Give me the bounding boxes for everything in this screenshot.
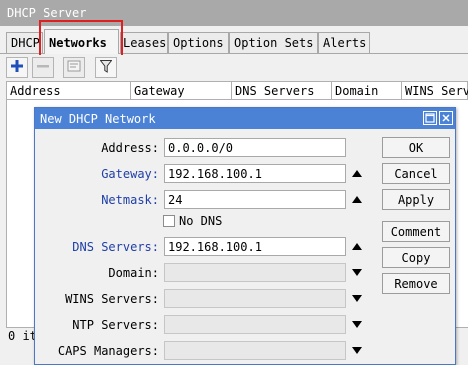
comment-button[interactable] bbox=[63, 57, 85, 78]
dns-servers-remove-arrow[interactable] bbox=[351, 240, 363, 252]
netmask-field[interactable]: 24 bbox=[164, 190, 346, 209]
remove-button[interactable]: Remove bbox=[382, 273, 450, 294]
triangle-up-icon bbox=[352, 192, 362, 206]
ok-button[interactable]: OK bbox=[382, 137, 450, 158]
domain-label: Domain: bbox=[108, 266, 159, 280]
wins-servers-add-arrow[interactable] bbox=[351, 292, 363, 304]
remove-button[interactable] bbox=[32, 57, 54, 78]
triangle-up-icon bbox=[352, 166, 362, 180]
ntp-servers-add-arrow[interactable] bbox=[351, 318, 363, 330]
column-wins-servers[interactable]: WINS Serve bbox=[402, 82, 468, 100]
filter-button[interactable] bbox=[95, 57, 117, 78]
column-dns-servers[interactable]: DNS Servers bbox=[232, 82, 332, 100]
table-header: Address Gateway DNS Servers Domain WINS … bbox=[6, 81, 468, 100]
gateway-remove-arrow[interactable] bbox=[351, 167, 363, 179]
note-icon bbox=[67, 60, 81, 75]
address-label: Address: bbox=[101, 141, 159, 155]
column-gateway[interactable]: Gateway bbox=[131, 82, 232, 100]
dns-servers-field[interactable]: 192.168.100.1 bbox=[164, 237, 346, 256]
dialog-title-bar: New DHCP Network bbox=[35, 108, 455, 129]
triangle-down-icon bbox=[352, 343, 362, 357]
copy-button[interactable]: Copy bbox=[382, 247, 450, 268]
tab-leases[interactable]: Leases bbox=[120, 32, 168, 53]
ntp-servers-label: NTP Servers: bbox=[72, 318, 159, 332]
column-address[interactable]: Address bbox=[7, 82, 131, 100]
cancel-button[interactable]: Cancel bbox=[382, 163, 450, 184]
apply-button[interactable]: Apply bbox=[382, 189, 450, 210]
caps-managers-field[interactable] bbox=[164, 341, 346, 360]
netmask-remove-arrow[interactable] bbox=[351, 193, 363, 205]
domain-add-arrow[interactable] bbox=[351, 266, 363, 278]
wins-servers-field[interactable] bbox=[164, 289, 346, 308]
wins-servers-label: WINS Servers: bbox=[65, 292, 159, 306]
maximize-button[interactable] bbox=[423, 111, 437, 125]
triangle-down-icon bbox=[352, 317, 362, 331]
no-dns-label: No DNS bbox=[179, 214, 223, 228]
netmask-label: Netmask: bbox=[101, 193, 159, 207]
tab-options[interactable]: Options bbox=[168, 32, 229, 53]
triangle-down-icon bbox=[352, 291, 362, 305]
plus-icon bbox=[11, 60, 23, 75]
gateway-label: Gateway: bbox=[101, 167, 159, 181]
comment-button[interactable]: Comment bbox=[382, 221, 450, 242]
add-button[interactable] bbox=[6, 57, 28, 78]
dialog-title: New DHCP Network bbox=[40, 112, 156, 126]
minus-icon bbox=[37, 60, 49, 75]
gateway-field[interactable]: 192.168.100.1 bbox=[164, 164, 346, 183]
close-button[interactable] bbox=[439, 111, 453, 125]
tab-alerts[interactable]: Alerts bbox=[318, 32, 370, 53]
new-dhcp-network-dialog: New DHCP Network Address: 0.0.0.0/0 Gate… bbox=[34, 107, 456, 365]
maximize-icon bbox=[424, 113, 436, 127]
no-dns-checkbox[interactable] bbox=[163, 215, 175, 227]
tab-option-sets[interactable]: Option Sets bbox=[229, 32, 318, 53]
address-field[interactable]: 0.0.0.0/0 bbox=[164, 138, 346, 157]
domain-field[interactable] bbox=[164, 263, 346, 282]
filter-icon bbox=[99, 59, 113, 76]
caps-managers-label: CAPS Managers: bbox=[57, 344, 159, 358]
triangle-up-icon bbox=[352, 239, 362, 253]
dns-servers-label: DNS Servers: bbox=[72, 240, 159, 254]
triangle-down-icon bbox=[352, 265, 362, 279]
caps-managers-add-arrow[interactable] bbox=[351, 344, 363, 356]
tab-dhcp[interactable]: DHCP bbox=[6, 32, 43, 53]
toolbar bbox=[0, 55, 468, 81]
column-domain[interactable]: Domain bbox=[332, 82, 402, 100]
close-icon bbox=[440, 113, 452, 127]
ntp-servers-field[interactable] bbox=[164, 315, 346, 334]
highlight-annotation bbox=[39, 20, 123, 57]
